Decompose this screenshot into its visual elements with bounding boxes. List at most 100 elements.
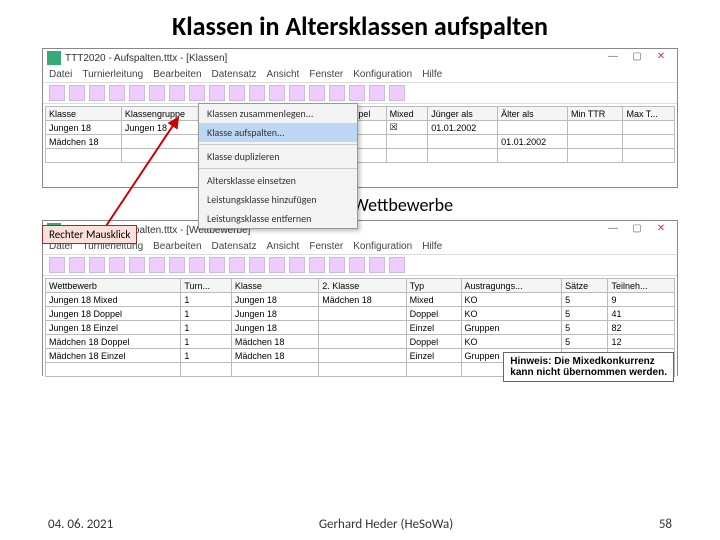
toolbar-button[interactable] (349, 85, 365, 101)
menu-item-age[interactable]: Altersklasse einsetzen (199, 171, 357, 190)
toolbar-button[interactable] (89, 257, 105, 273)
menu-item-merge[interactable]: Klassen zusammenlegen... (199, 104, 357, 123)
table-header-row: Wettbewerb Turn... Klasse 2. Klasse Typ … (46, 279, 675, 293)
toolbar-button[interactable] (349, 257, 365, 273)
menu-item-addperf[interactable]: Leistungsklasse hinzufügen (199, 190, 357, 209)
table-row[interactable]: Jungen 18Jungen 18181☒☒☒01.01.2002 (46, 121, 675, 135)
col-header[interactable]: Jünger als (428, 107, 498, 121)
col-header[interactable]: Typ (406, 279, 461, 293)
menu-item[interactable]: Ansicht (267, 69, 300, 80)
toolbar-button[interactable] (289, 85, 305, 101)
col-header[interactable]: Älter als (498, 107, 568, 121)
col-header[interactable]: 2. Klasse (319, 279, 406, 293)
toolbar-button[interactable] (389, 85, 405, 101)
maximize-button[interactable]: ▢ (625, 51, 649, 65)
callout-rightclick: Rechter Mausklick (42, 225, 137, 244)
menu-item[interactable]: Datensatz (212, 241, 257, 252)
toolbar-button[interactable] (209, 85, 225, 101)
minimize-button[interactable]: — (601, 51, 625, 65)
window-klassen: TTT2020 - Aufspalten.tttx - [Klassen] — … (42, 48, 678, 188)
toolbar-button[interactable] (149, 85, 165, 101)
col-header[interactable]: Sätze (562, 279, 608, 293)
menu-item-split[interactable]: Klasse aufspalten... (199, 123, 357, 142)
menu-item[interactable]: Hilfe (422, 69, 442, 80)
window-title: TTT2020 - Aufspalten.tttx - [Klassen] (65, 53, 601, 64)
toolbar-button[interactable] (149, 257, 165, 273)
toolbar-button[interactable] (49, 85, 65, 101)
toolbar-button[interactable] (169, 85, 185, 101)
toolbar-button[interactable] (269, 257, 285, 273)
menu-item[interactable]: Datei (49, 69, 72, 80)
menu-bar[interactable]: Datei Turnierleitung Bearbeiten Datensat… (43, 239, 677, 254)
close-button[interactable]: ✕ (649, 51, 673, 65)
toolbar-button[interactable] (69, 257, 85, 273)
menu-item-removeperf[interactable]: Leistungsklasse entfernen (199, 209, 357, 228)
menu-item[interactable]: Bearbeiten (153, 241, 201, 252)
menu-item[interactable]: Bearbeiten (153, 69, 201, 80)
app-icon (47, 51, 61, 65)
toolbar-button[interactable] (129, 85, 145, 101)
titlebar: TTT2020 - Aufspalten.tttx - [Klassen] — … (43, 49, 677, 67)
slide-title: Klassen in Altersklassen aufspalten (0, 0, 720, 48)
klassen-table[interactable]: Klasse Klassengruppe Alter... Hier... Ei… (45, 106, 675, 163)
menu-item[interactable]: Turnierleitung (82, 69, 143, 80)
toolbar-button[interactable] (229, 257, 245, 273)
minimize-button[interactable]: — (601, 223, 625, 237)
menu-item[interactable]: Datensatz (212, 69, 257, 80)
toolbar-button[interactable] (169, 257, 185, 273)
toolbar-button[interactable] (369, 257, 385, 273)
toolbar-button[interactable] (89, 85, 105, 101)
toolbar-button[interactable] (129, 257, 145, 273)
toolbar-button[interactable] (269, 85, 285, 101)
toolbar-button[interactable] (249, 257, 265, 273)
toolbar (43, 254, 677, 276)
menu-item-duplicate[interactable]: Klasse duplizieren (199, 147, 357, 166)
col-header[interactable]: Klasse (46, 107, 122, 121)
table-row[interactable]: Jungen 18 Einzel1Jungen 18EinzelGruppen5… (46, 321, 675, 335)
toolbar-button[interactable] (189, 257, 205, 273)
toolbar-button[interactable] (49, 257, 65, 273)
menu-bar[interactable]: Datei Turnierleitung Bearbeiten Datensat… (43, 67, 677, 82)
toolbar-button[interactable] (329, 257, 345, 273)
toolbar-button[interactable] (189, 85, 205, 101)
col-header[interactable]: Wettbewerb (46, 279, 181, 293)
titlebar: TTT2020 - Aufspalten.tttx - [Wettbewerbe… (43, 221, 677, 239)
menu-item[interactable]: Konfiguration (353, 241, 412, 252)
context-menu[interactable]: Klassen zusammenlegen... Klasse aufspalt… (198, 103, 358, 229)
col-header[interactable]: Turn... (181, 279, 232, 293)
col-header[interactable]: Min TTR (567, 107, 623, 121)
col-header[interactable]: Teilneh... (608, 279, 675, 293)
menu-item[interactable]: Hilfe (422, 241, 442, 252)
toolbar-button[interactable] (209, 257, 225, 273)
col-header[interactable]: Austragungs... (461, 279, 562, 293)
toolbar-button[interactable] (389, 257, 405, 273)
table-row[interactable]: Jungen 18 Doppel1Jungen 18DoppelKO541 (46, 307, 675, 321)
footer-author: Gerhard Heder (HeSoWa) (319, 517, 453, 532)
toolbar-button[interactable] (109, 257, 125, 273)
col-header[interactable]: Max T... (623, 107, 675, 121)
table-row[interactable]: Jungen 18 Mixed1Jungen 18Mädchen 18Mixed… (46, 293, 675, 307)
toolbar-button[interactable] (289, 257, 305, 273)
footer-date: 04. 06. 2021 (48, 517, 113, 532)
toolbar-button[interactable] (69, 85, 85, 101)
toolbar-button[interactable] (329, 85, 345, 101)
maximize-button[interactable]: ▢ (625, 223, 649, 237)
close-button[interactable]: ✕ (649, 223, 673, 237)
table-row[interactable] (46, 149, 675, 163)
toolbar-button[interactable] (249, 85, 265, 101)
menu-item[interactable]: Fenster (309, 69, 343, 80)
toolbar-button[interactable] (309, 85, 325, 101)
menu-item[interactable]: Konfiguration (353, 69, 412, 80)
menu-item[interactable]: Fenster (309, 241, 343, 252)
col-header[interactable]: Mixed (386, 107, 428, 121)
toolbar-button[interactable] (109, 85, 125, 101)
toolbar-button[interactable] (309, 257, 325, 273)
toolbar-button[interactable] (369, 85, 385, 101)
menu-item[interactable]: Ansicht (267, 241, 300, 252)
toolbar (43, 82, 677, 104)
table-row[interactable]: Mädchen 18☒01.01.2002 (46, 135, 675, 149)
hint-box: Hinweis: Die Mixedkonkurrenz kann nicht … (503, 352, 674, 382)
col-header[interactable]: Klasse (231, 279, 318, 293)
toolbar-button[interactable] (229, 85, 245, 101)
table-row[interactable]: Mädchen 18 Doppel1Mädchen 18DoppelKO512 (46, 335, 675, 349)
